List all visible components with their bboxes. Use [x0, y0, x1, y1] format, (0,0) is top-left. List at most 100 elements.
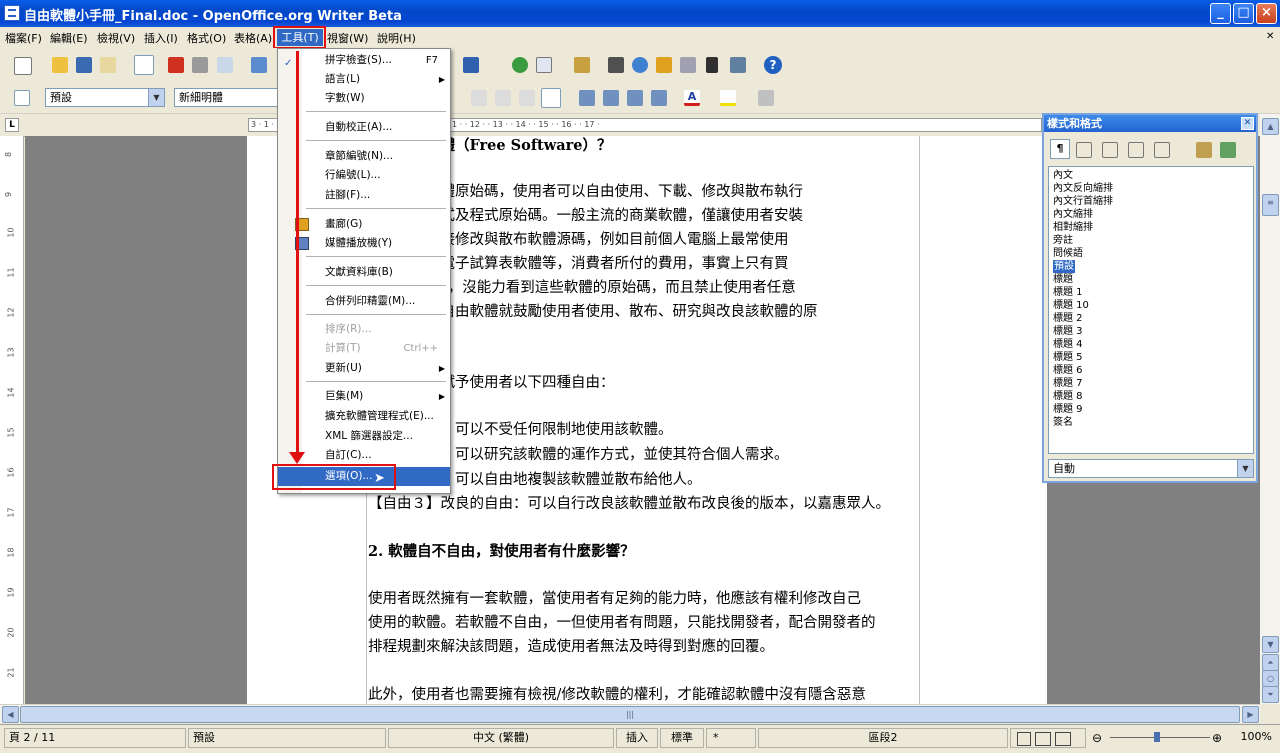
menu-item-spelling[interactable]: ✓ 拼字檢查(S)... F7 — [278, 51, 450, 70]
page-indicator[interactable]: 頁 2 / 11 — [4, 728, 186, 748]
multi-page-view-icon[interactable] — [1035, 732, 1051, 746]
zoom-in-icon[interactable]: ⊕ — [1212, 729, 1222, 747]
redo-icon[interactable] — [463, 57, 479, 73]
book-view-icon[interactable] — [1055, 732, 1071, 746]
style-item[interactable]: 標題 2 — [1053, 312, 1083, 325]
chevron-down-icon[interactable]: ▼ — [148, 89, 164, 106]
styles-formatting-icon[interactable] — [14, 90, 30, 106]
style-item[interactable]: 標題 8 — [1053, 390, 1083, 403]
paragraph-style-select[interactable]: 預設 ▼ — [45, 88, 165, 107]
draw-functions-icon[interactable] — [574, 57, 590, 73]
menu-edit[interactable]: 編輯(E) — [50, 30, 88, 46]
previous-page-icon[interactable]: ⏶ — [1262, 654, 1279, 671]
menu-format[interactable]: 格式(O) — [187, 30, 226, 46]
list-styles-icon[interactable] — [1154, 142, 1170, 158]
formatting-marks-icon[interactable] — [706, 57, 718, 73]
font-name-select[interactable]: 新細明體 — [174, 88, 278, 107]
style-item[interactable]: 標題 6 — [1053, 364, 1083, 377]
new-document-icon[interactable] — [14, 57, 32, 75]
page-styles-icon[interactable] — [1128, 142, 1144, 158]
style-item[interactable]: 標題 9 — [1053, 403, 1083, 416]
maximize-button[interactable]: □ — [1233, 3, 1254, 24]
justify-icon[interactable] — [541, 88, 561, 108]
frame-styles-icon[interactable] — [1102, 142, 1118, 158]
style-item[interactable]: 標題 3 — [1053, 325, 1083, 338]
zoom-out-icon[interactable]: ⊖ — [1092, 729, 1102, 747]
single-page-view-icon[interactable] — [1017, 732, 1031, 746]
highlight-icon[interactable] — [720, 90, 736, 106]
view-layout-buttons[interactable] — [1010, 728, 1086, 748]
zoom-track[interactable] — [1110, 737, 1210, 738]
chevron-down-icon[interactable]: ▼ — [1237, 460, 1253, 477]
menu-table[interactable]: 表格(A) — [234, 30, 272, 46]
next-page-icon[interactable]: ⏷ — [1262, 686, 1279, 703]
table-icon[interactable] — [536, 57, 552, 73]
zoom-thumb[interactable] — [1154, 732, 1160, 742]
style-item[interactable]: 標題 1 — [1053, 286, 1083, 299]
bullets-icon[interactable] — [603, 90, 619, 106]
style-filter-select[interactable]: 自動 ▼ — [1048, 459, 1254, 478]
styles-list[interactable]: 內文 內文反向縮排 內文行首縮排 內文縮排 相對縮排 旁註 問候語 預設 標題 … — [1048, 166, 1254, 454]
menu-item-language[interactable]: 語言(L) ▶ — [278, 70, 450, 89]
tab-stop-selector[interactable]: L — [5, 118, 19, 132]
gallery-icon[interactable] — [656, 57, 672, 73]
close-icon[interactable]: ✕ — [1241, 117, 1254, 130]
find-replace-icon[interactable] — [608, 57, 624, 73]
menu-item-word-count[interactable]: 字數(W) — [278, 89, 450, 108]
language-indicator[interactable]: 中文 (繁體) — [388, 728, 614, 748]
menu-item-gallery[interactable]: 畫廊(G) — [278, 215, 450, 234]
save-icon[interactable] — [76, 57, 92, 73]
scroll-thumb[interactable]: ≡ — [1262, 194, 1279, 216]
menu-item-bibliography[interactable]: 文獻資料庫(B) — [278, 263, 450, 282]
menu-view[interactable]: 檢視(V) — [97, 30, 135, 46]
style-item[interactable]: 內文 — [1053, 169, 1073, 182]
menu-file[interactable]: 檔案(F) — [5, 30, 42, 46]
scroll-right-icon[interactable]: ▶ — [1242, 706, 1259, 723]
vertical-scrollbar[interactable]: ▲ ≡ ▼ ⏶ ○ ⏷ — [1260, 114, 1280, 704]
edit-mode-icon[interactable] — [134, 55, 154, 75]
navigation-icon[interactable]: ○ — [1262, 670, 1279, 687]
character-styles-icon[interactable] — [1076, 142, 1092, 158]
horizontal-scrollbar[interactable]: ◀ ||| ▶ — [0, 704, 1260, 723]
spellcheck-icon[interactable] — [251, 57, 267, 73]
menu-item-media-player[interactable]: 媒體播放機(Y) — [278, 234, 450, 253]
style-item[interactable]: 標題 4 — [1053, 338, 1083, 351]
insert-mode-indicator[interactable]: 插入 — [616, 728, 658, 748]
menu-item-outline-numbering[interactable]: 章節編號(N)... — [278, 147, 450, 166]
menu-item-mail-merge[interactable]: 合併列印精靈(M)... — [278, 292, 450, 311]
minimize-button[interactable]: _ — [1210, 3, 1231, 24]
align-center-icon[interactable] — [495, 90, 511, 106]
menu-item-footnotes[interactable]: 註腳(F)... — [278, 186, 450, 205]
style-item[interactable]: 相對縮排 — [1053, 221, 1093, 234]
close-document-icon[interactable]: ✕ — [1266, 31, 1274, 42]
open-folder-icon[interactable] — [52, 57, 68, 73]
menu-window[interactable]: 視窗(W) — [327, 30, 368, 46]
menu-item-xml-filters[interactable]: XML 篩選器設定... — [278, 427, 450, 446]
hyperlink-icon[interactable] — [512, 57, 528, 73]
export-pdf-icon[interactable] — [168, 57, 184, 73]
style-item[interactable]: 標題 5 — [1053, 351, 1083, 364]
increase-indent-icon[interactable] — [651, 90, 667, 106]
scroll-up-icon[interactable]: ▲ — [1262, 118, 1279, 135]
style-item[interactable]: 標題 7 — [1053, 377, 1083, 390]
style-item[interactable]: 內文反向縮排 — [1053, 182, 1113, 195]
background-color-icon[interactable] — [758, 90, 774, 106]
style-item[interactable]: 標題 — [1053, 273, 1073, 286]
navigator-icon[interactable] — [632, 57, 648, 73]
menu-item-extension-manager[interactable]: 擴充軟體管理程式(E)... — [278, 407, 450, 426]
new-style-icon[interactable] — [1220, 142, 1236, 158]
help-icon[interactable]: ? — [764, 56, 782, 74]
menu-item-line-numbering[interactable]: 行編號(L)... — [278, 166, 450, 185]
decrease-indent-icon[interactable] — [627, 90, 643, 106]
zoom-level[interactable]: 100% — [1230, 728, 1276, 748]
style-item[interactable]: 內文縮排 — [1053, 208, 1093, 221]
data-sources-icon[interactable] — [680, 57, 696, 73]
menu-help[interactable]: 說明(H) — [377, 30, 416, 46]
hscroll-thumb[interactable]: ||| — [20, 706, 1240, 723]
style-item[interactable]: 旁註 — [1053, 234, 1073, 247]
menu-item-macros[interactable]: 巨集(M) ▶ — [278, 387, 450, 406]
numbering-icon[interactable] — [579, 90, 595, 106]
fill-format-icon[interactable] — [1196, 142, 1212, 158]
style-item[interactable]: 簽名 — [1053, 416, 1073, 429]
menu-insert[interactable]: 插入(I) — [144, 30, 178, 46]
